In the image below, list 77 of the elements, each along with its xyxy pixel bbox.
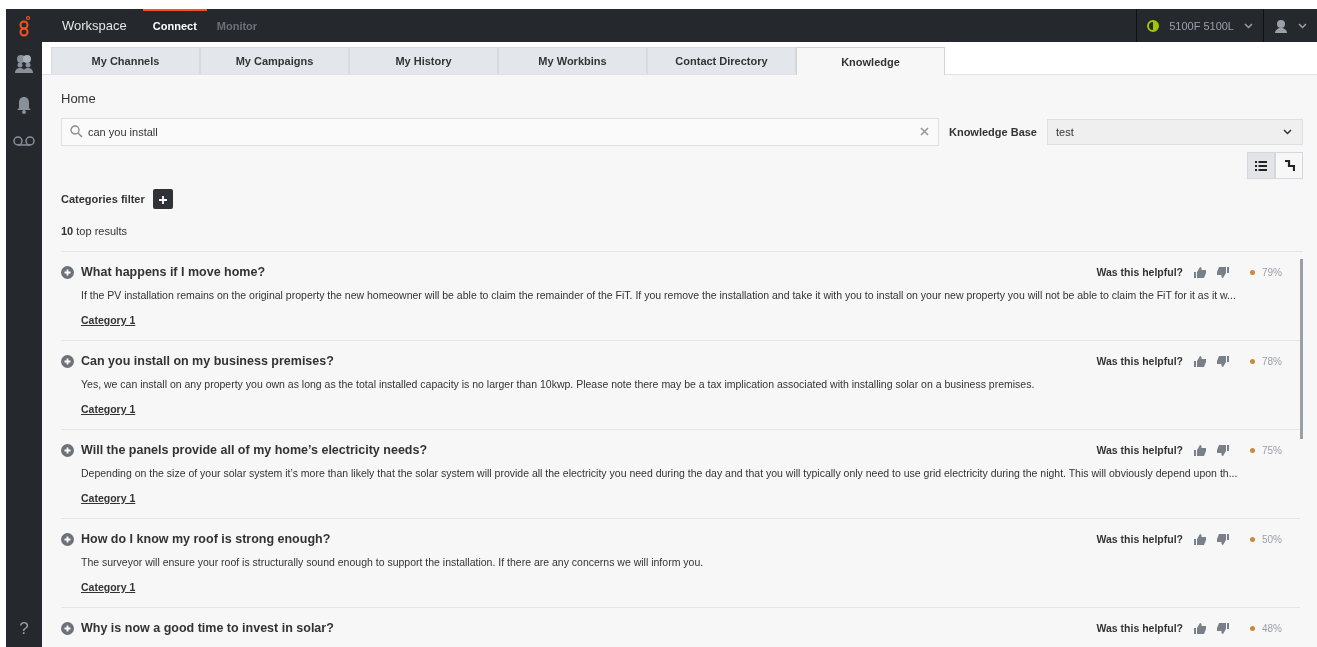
tab[interactable]: My Workbins xyxy=(498,47,647,74)
category-link[interactable]: Category 1 xyxy=(81,403,136,415)
clear-icon[interactable] xyxy=(919,127,929,136)
search-icon xyxy=(70,125,83,138)
chevron-down-icon xyxy=(1298,22,1307,29)
score-dot-icon xyxy=(1250,269,1255,275)
bell-icon[interactable] xyxy=(17,96,31,114)
score: 79% xyxy=(1262,266,1283,278)
result-summary: The surveyor will ensure your roof is structurally sound enough to support the installation. If there are any concerns we will inform you. xyxy=(81,556,705,568)
app-title: Workspace xyxy=(61,18,128,33)
thumbs-up-icon[interactable] xyxy=(1194,266,1206,278)
result-title[interactable]: Can you install on my business premises? xyxy=(81,354,1090,368)
people-icon[interactable] xyxy=(14,54,34,74)
list-icon xyxy=(1255,160,1267,171)
tab[interactable]: Knowledge xyxy=(796,47,945,75)
chevron-down-icon xyxy=(1283,129,1292,135)
helpful-label: Was this helpful? xyxy=(1096,266,1183,278)
tab[interactable]: My Channels xyxy=(51,47,200,74)
plus-icon xyxy=(158,196,167,204)
category-link[interactable]: Category 1 xyxy=(81,492,136,504)
score: 78% xyxy=(1262,355,1283,367)
field-label: Knowledge Base xyxy=(948,126,1037,138)
thumbs-up-icon[interactable] xyxy=(1194,622,1206,634)
tree-icon xyxy=(1283,159,1295,172)
list-view-button[interactable] xyxy=(1247,152,1275,179)
search-field[interactable]: can you install xyxy=(61,118,939,146)
helpful-label: Was this helpful? xyxy=(1096,444,1183,456)
score-dot-icon xyxy=(1250,447,1255,453)
expand-icon[interactable] xyxy=(61,354,74,368)
result-title[interactable]: How do I know my roof is strong enough? xyxy=(81,532,1090,546)
thumbs-up-icon[interactable] xyxy=(1194,444,1206,456)
logo-icon xyxy=(18,14,30,37)
scrollbar[interactable] xyxy=(1300,259,1303,439)
tab[interactable]: Contact Directory xyxy=(647,47,796,74)
score-dot-icon xyxy=(1250,625,1255,631)
thumbs-down-icon[interactable] xyxy=(1217,533,1229,545)
score: 48% xyxy=(1262,622,1283,634)
expand-icon[interactable] xyxy=(61,265,74,279)
add-filter-button[interactable] xyxy=(152,189,173,209)
expand-icon[interactable] xyxy=(61,532,74,546)
result-title[interactable]: Will the panels provide all of my home’s electricity needs? xyxy=(81,443,1090,457)
agent-icon[interactable] xyxy=(1274,18,1288,33)
breadcrumb[interactable]: Home xyxy=(61,91,1303,106)
filter-label: Categories filter xyxy=(61,193,145,205)
expand-icon[interactable] xyxy=(61,621,74,635)
help-icon[interactable]: ? xyxy=(19,619,29,639)
helpful-label: Was this helpful? xyxy=(1096,622,1183,634)
knowledge-base-dropdown[interactable]: test xyxy=(1047,119,1303,145)
tab[interactable]: My History xyxy=(349,47,498,74)
category-link[interactable]: Category 1 xyxy=(81,581,136,593)
score: 50% xyxy=(1262,533,1283,545)
tab[interactable]: My Campaigns xyxy=(200,47,349,74)
voicemail-icon[interactable] xyxy=(13,136,35,146)
status-icon xyxy=(1147,19,1160,32)
result-title[interactable]: Why is now a good time to invest in solar? xyxy=(81,621,1090,635)
thumbs-down-icon[interactable] xyxy=(1217,355,1229,367)
tree-view-button[interactable] xyxy=(1275,152,1303,179)
thumbs-down-icon[interactable] xyxy=(1217,444,1229,456)
helpful-label: Was this helpful? xyxy=(1096,533,1183,545)
score: 75% xyxy=(1262,444,1283,456)
score-dot-icon xyxy=(1250,358,1255,364)
thumbs-up-icon[interactable] xyxy=(1194,355,1206,367)
score-dot-icon xyxy=(1250,536,1255,542)
thumbs-down-icon[interactable] xyxy=(1217,266,1229,278)
results-count: 10 top results xyxy=(61,225,1303,252)
user-status[interactable]: 5100F 5100L xyxy=(1169,19,1234,32)
result-summary: If the PV installation remains on the original property the new homeowner will be able to claim the remainder of the FiT. If you remove the installation and take it with you to install on your new property you will not be able to claim the FiT for it as it w... xyxy=(81,289,1237,301)
category-link[interactable]: Category 1 xyxy=(81,314,136,326)
result-summary: Depending on the size of your solar system it’s more than likely that the solar system will provide all the electricity you need during the day and that you will typically only need to use grid electricity during the night. This will obviously depend upon th... xyxy=(81,467,1239,479)
nav-tab[interactable]: Connect xyxy=(142,9,207,42)
chevron-down-icon xyxy=(1244,22,1253,29)
thumbs-down-icon[interactable] xyxy=(1217,622,1229,634)
result-title[interactable]: What happens if I move home? xyxy=(81,265,1090,279)
expand-icon[interactable] xyxy=(61,443,74,457)
thumbs-up-icon[interactable] xyxy=(1194,533,1206,545)
helpful-label: Was this helpful? xyxy=(1096,355,1183,367)
result-summary: Yes, we can install on any property you own as long as the total installed capacity is no larger than 10kwp. Please note there may be a tax implication associated with installing solar on a business premises. xyxy=(81,378,1036,390)
